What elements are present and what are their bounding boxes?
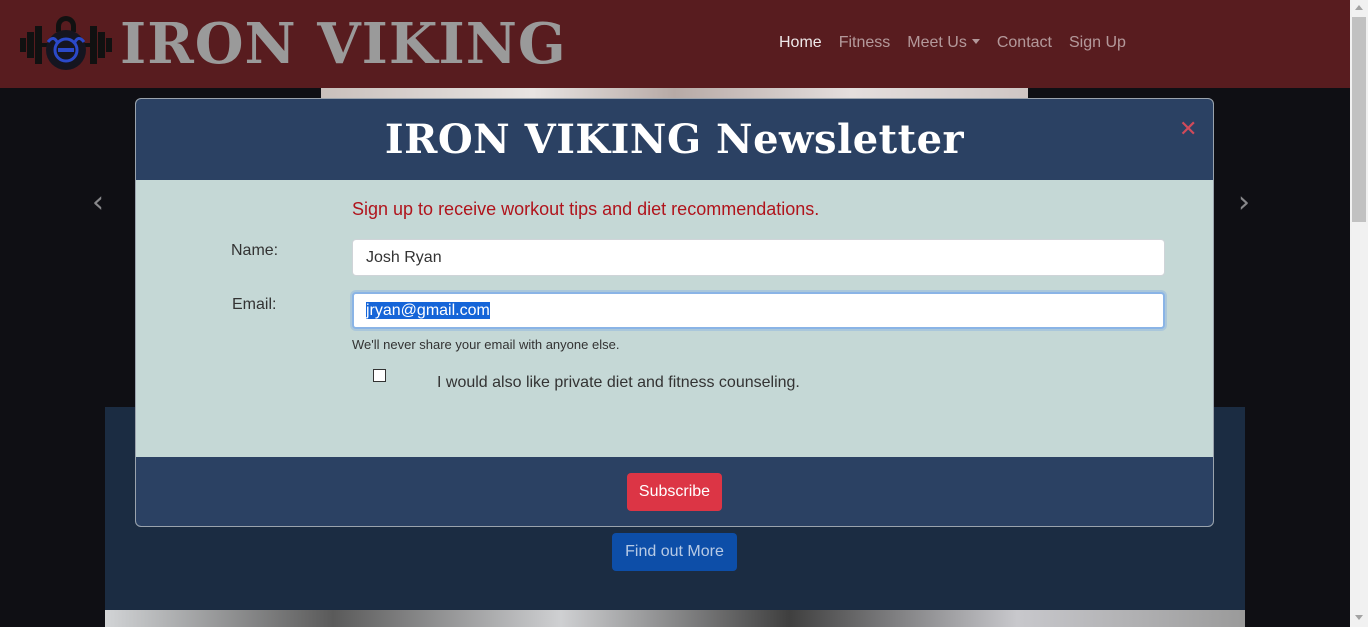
scroll-down-icon[interactable] <box>1355 615 1363 620</box>
email-help-text: We'll never share your email with anyone… <box>352 337 620 352</box>
email-input-value: jryan@gmail.com <box>366 302 490 319</box>
counseling-checkbox-label[interactable]: I would also like private diet and fitne… <box>437 374 800 392</box>
page-scrollbar[interactable] <box>1350 0 1368 627</box>
subscribe-button[interactable]: Subscribe <box>627 473 722 511</box>
newsletter-modal: IRON VIKING Newsletter ✕ Sign up to rece… <box>135 98 1214 527</box>
email-label: Email: <box>232 296 277 313</box>
name-label: Name: <box>231 242 279 259</box>
modal-body: Sign up to receive workout tips and diet… <box>136 180 1213 457</box>
modal-header: IRON VIKING Newsletter ✕ <box>136 99 1213 180</box>
intro-text: Sign up to receive workout tips and diet… <box>352 199 820 219</box>
scroll-up-icon[interactable] <box>1355 5 1363 10</box>
close-icon[interactable]: ✕ <box>1179 119 1197 141</box>
counseling-checkbox[interactable] <box>373 369 386 382</box>
name-input[interactable]: Josh Ryan <box>352 239 1165 276</box>
scroll-thumb[interactable] <box>1352 17 1366 222</box>
modal-footer: Subscribe <box>136 457 1213 526</box>
modal-title: IRON VIKING Newsletter <box>384 116 965 163</box>
email-input[interactable]: jryan@gmail.com <box>352 292 1165 329</box>
